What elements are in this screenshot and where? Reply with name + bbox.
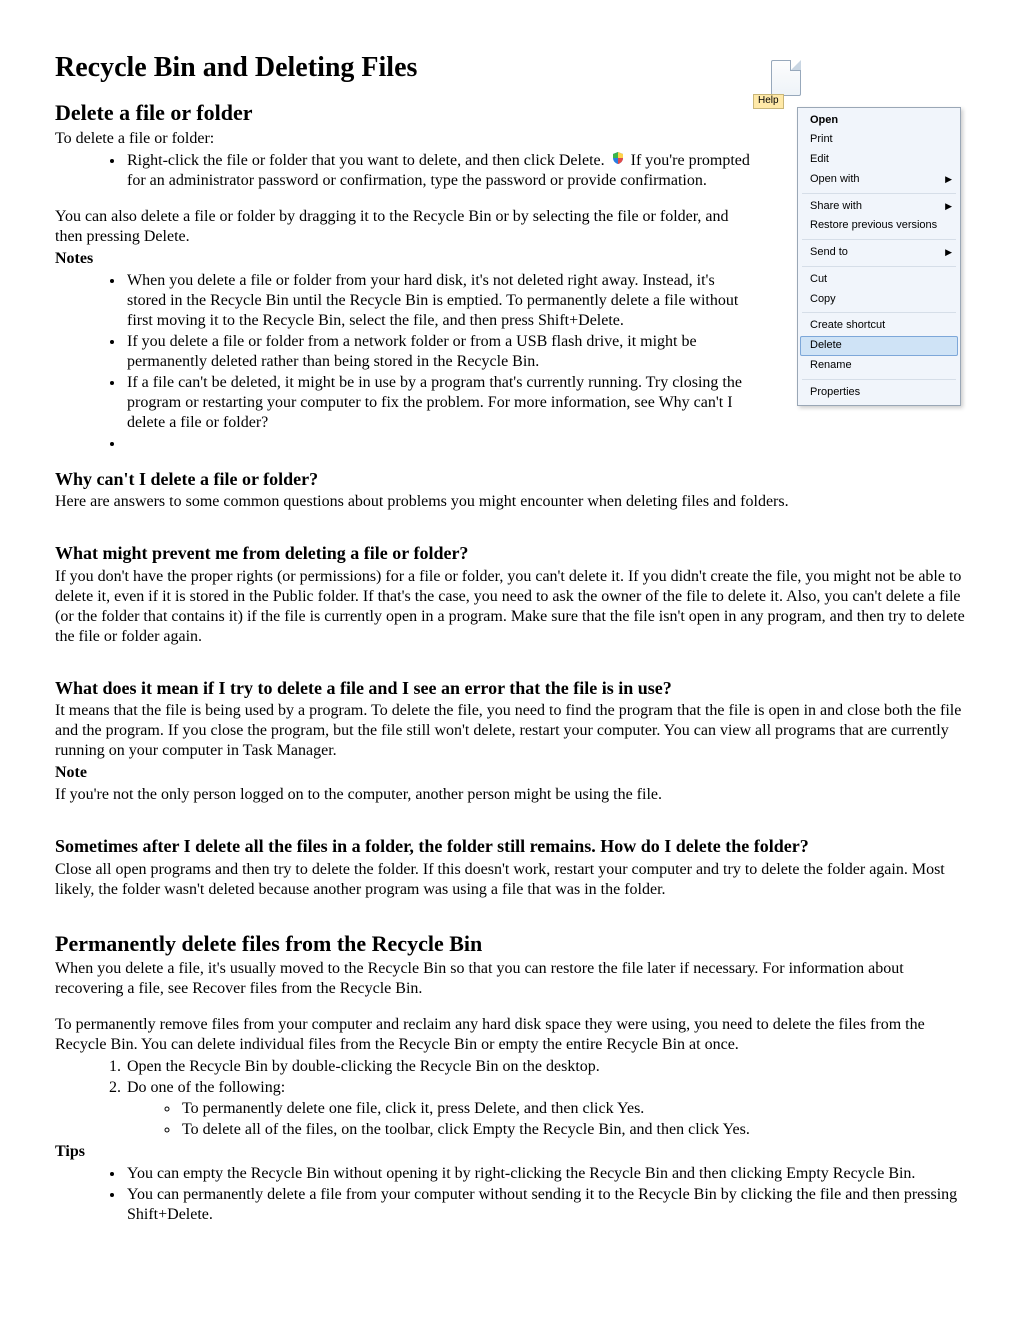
context-menu-separator (802, 193, 956, 194)
delete-step-pre: Right-click the file or folder that you … (127, 152, 609, 169)
context-menu-item[interactable]: Open with▶ (800, 170, 958, 190)
context-menu-separator (802, 239, 956, 240)
shield-icon (611, 151, 625, 171)
tips-label: Tips (55, 1142, 965, 1162)
context-menu-item[interactable]: Restore previous versions (800, 216, 958, 236)
q-prevent-body: If you don't have the proper rights (or … (55, 567, 965, 647)
context-menu-separator (802, 312, 956, 313)
perm-delete-heading: Permanently delete files from the Recycl… (55, 930, 965, 958)
context-menu-item[interactable]: Open (800, 111, 958, 131)
why-cant-heading: Why can't I delete a file or folder? (55, 468, 965, 491)
context-menu-item[interactable]: Share with▶ (800, 197, 958, 217)
context-menu-item[interactable]: Properties (800, 383, 958, 403)
context-menu-illustration: Help OpenPrintEditOpen with▶Share with▶R… (765, 60, 965, 406)
context-menu: OpenPrintEditOpen with▶ Share with▶Restor… (797, 107, 961, 407)
help-tag: Help (753, 94, 784, 109)
perm-delete-p2: To permanently remove files from your co… (55, 1015, 965, 1055)
context-menu-item[interactable]: Create shortcut (800, 316, 958, 336)
q-folder-heading: Sometimes after I delete all the files i… (55, 835, 965, 858)
chevron-right-icon: ▶ (945, 201, 952, 212)
q-folder-body: Close all open programs and then try to … (55, 860, 965, 900)
note-label-2: Note (55, 763, 965, 783)
step-item: Do one of the following: (125, 1078, 965, 1098)
q-inuse-heading: What does it mean if I try to delete a f… (55, 677, 965, 700)
tip-item: You can permanently delete a file from y… (125, 1185, 965, 1225)
q-inuse-body: It means that the file is being used by … (55, 701, 965, 761)
context-menu-item[interactable]: Send to▶ (800, 243, 958, 263)
step-item: Open the Recycle Bin by double-clicking … (125, 1057, 965, 1077)
substep-item: To permanently delete one file, click it… (180, 1099, 965, 1119)
context-menu-item[interactable]: Copy (800, 290, 958, 310)
context-menu-item[interactable]: Delete (800, 336, 958, 356)
note-body-2: If you're not the only person logged on … (55, 785, 965, 805)
perm-delete-p1: When you delete a file, it's usually mov… (55, 959, 965, 999)
substep-item: To delete all of the files, on the toolb… (180, 1120, 965, 1140)
notes-item (125, 434, 965, 454)
why-cant-intro: Here are answers to some common question… (55, 492, 965, 512)
context-menu-item[interactable]: Cut (800, 270, 958, 290)
q-prevent-heading: What might prevent me from deleting a fi… (55, 542, 965, 565)
context-menu-separator (802, 379, 956, 380)
context-menu-item[interactable]: Print (800, 130, 958, 150)
file-icon (771, 60, 801, 96)
context-menu-item[interactable]: Edit (800, 150, 958, 170)
tip-item: You can empty the Recycle Bin without op… (125, 1164, 965, 1184)
context-menu-item[interactable]: Rename (800, 356, 958, 376)
chevron-right-icon: ▶ (945, 247, 952, 258)
context-menu-separator (802, 266, 956, 267)
chevron-right-icon: ▶ (945, 174, 952, 185)
